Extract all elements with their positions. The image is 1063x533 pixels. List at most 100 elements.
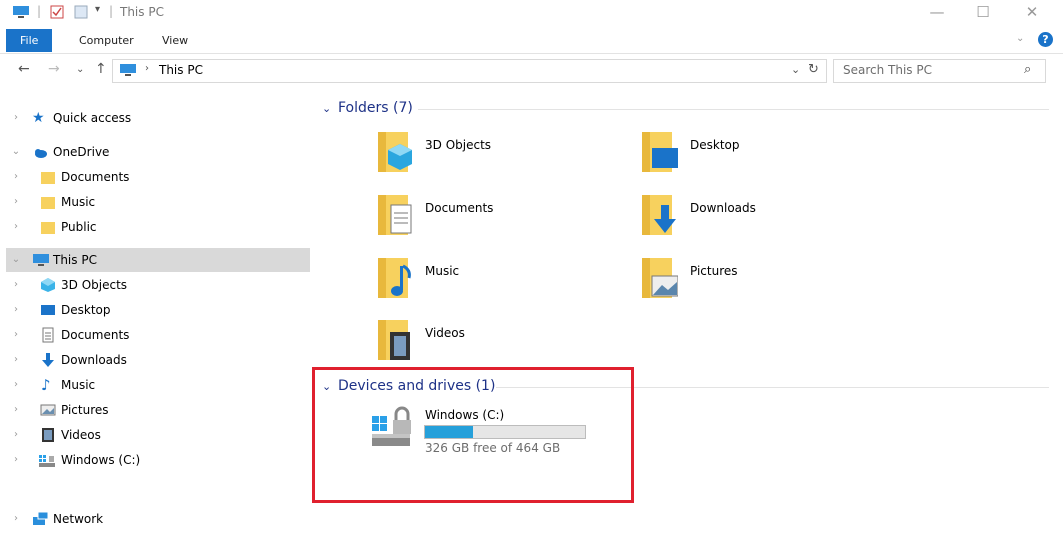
sidebar-item-label: OneDrive xyxy=(53,145,110,159)
documents-folder-icon xyxy=(378,195,412,235)
properties-icon[interactable] xyxy=(50,5,64,19)
help-icon[interactable]: ? xyxy=(1038,32,1053,47)
close-button[interactable]: ✕ xyxy=(1009,0,1055,26)
folder-label: Desktop xyxy=(690,138,740,152)
chevron-right-icon[interactable]: › xyxy=(10,106,22,130)
sidebar-item-label: This PC xyxy=(53,253,97,267)
address-dropdown-icon[interactable]: ⌄ xyxy=(791,63,800,76)
separator: | xyxy=(37,4,42,18)
sidebar-item-network[interactable]: › Network xyxy=(10,507,310,531)
new-folder-icon[interactable] xyxy=(74,5,88,19)
ribbon-tabs: File Computer View ⌄ ? xyxy=(0,29,1063,54)
folder-label: Downloads xyxy=(690,201,756,215)
forward-icon[interactable]: → xyxy=(48,61,60,77)
navigation-bar: ← → ⌄ ↑ › This PC ⌄ ↻ Search This PC ⌕ xyxy=(0,58,1063,84)
chevron-right-icon[interactable]: › xyxy=(10,323,22,347)
address-bar[interactable]: › This PC ⌄ ↻ xyxy=(112,59,827,83)
download-arrow-icon xyxy=(42,353,54,367)
chevron-right-icon[interactable]: › xyxy=(10,448,22,472)
network-icon xyxy=(33,511,49,525)
folder-icon xyxy=(41,222,55,234)
folder-icon xyxy=(41,197,55,209)
recent-locations-icon[interactable]: ⌄ xyxy=(76,64,84,75)
chevron-right-icon[interactable]: › xyxy=(10,190,22,214)
collapse-folders-icon[interactable]: ⌄ xyxy=(322,102,331,115)
sidebar-item-label: 3D Objects xyxy=(61,278,128,292)
breadcrumb-chevron-icon[interactable]: › xyxy=(145,63,149,74)
sidebar-item-this-pc[interactable]: ⌄ This PC xyxy=(6,248,310,272)
sidebar-item-documents[interactable]: › Documents xyxy=(10,323,310,347)
maximize-button[interactable]: ☐ xyxy=(960,0,1006,26)
documents-icon xyxy=(42,327,54,343)
sidebar-item-label: Public xyxy=(61,220,97,234)
music-folder-icon xyxy=(378,258,411,298)
cloud-icon xyxy=(35,149,47,158)
sidebar-item-label: Pictures xyxy=(61,403,109,417)
sidebar-item-label: Desktop xyxy=(61,303,111,317)
this-pc-icon xyxy=(120,64,136,76)
videos-icon xyxy=(42,428,54,442)
pictures-icon xyxy=(40,404,56,416)
chevron-right-icon[interactable]: › xyxy=(10,398,22,422)
music-note-icon: ♪ xyxy=(41,376,51,394)
3d-objects-icon xyxy=(41,278,55,292)
sidebar-item-onedrive[interactable]: ⌄ OneDrive xyxy=(10,140,310,164)
sidebar-item-videos[interactable]: › Videos xyxy=(10,423,310,447)
sidebar-item-pictures[interactable]: › Pictures xyxy=(10,398,310,422)
sidebar-item-label: Quick access xyxy=(53,111,132,125)
this-pc-icon[interactable] xyxy=(12,5,30,19)
star-icon: ★ xyxy=(32,110,45,126)
section-divider xyxy=(418,109,1049,110)
downloads-folder-icon xyxy=(642,195,676,235)
window-title: This PC xyxy=(120,5,164,19)
chevron-right-icon[interactable]: › xyxy=(10,348,22,372)
this-pc-icon xyxy=(33,254,49,266)
sidebar-item-onedrive-music[interactable]: › Music xyxy=(10,190,310,214)
chevron-right-icon[interactable]: › xyxy=(10,165,22,189)
chevron-right-icon[interactable]: › xyxy=(10,507,22,531)
sidebar-item-downloads[interactable]: › Downloads xyxy=(10,348,310,372)
search-placeholder: Search This PC xyxy=(843,63,932,77)
chevron-right-icon[interactable]: › xyxy=(10,373,22,397)
folder-label: Pictures xyxy=(690,264,738,278)
back-icon[interactable]: ← xyxy=(18,61,30,77)
sidebar-item-desktop[interactable]: › Desktop xyxy=(10,298,310,322)
refresh-icon[interactable]: ↻ xyxy=(808,62,819,77)
tab-view[interactable]: View xyxy=(162,29,188,52)
chevron-right-icon[interactable]: › xyxy=(10,215,22,239)
pictures-folder-icon xyxy=(642,258,678,298)
sidebar-item-label: Documents xyxy=(61,328,130,342)
chevron-down-icon[interactable]: ⌄ xyxy=(10,140,22,164)
folder-label: Videos xyxy=(425,326,465,340)
search-icon[interactable]: ⌕ xyxy=(1024,62,1031,77)
sidebar-item-label: Downloads xyxy=(61,353,127,367)
folders-section-header[interactable]: Folders (7) xyxy=(338,100,413,116)
separator: | xyxy=(109,4,114,18)
customize-toolbar-icon[interactable]: ▾ xyxy=(95,4,100,15)
sidebar-item-windows-c[interactable]: › Windows (C:) xyxy=(10,448,310,472)
sidebar-item-music[interactable]: › ♪ Music xyxy=(10,373,310,397)
chevron-down-icon[interactable]: ⌄ xyxy=(10,248,22,272)
title-bar: | ▾ | This PC — ☐ ✕ xyxy=(0,0,1063,26)
expand-ribbon-icon[interactable]: ⌄ xyxy=(1016,33,1024,44)
up-icon[interactable]: ↑ xyxy=(95,61,107,77)
search-box[interactable]: Search This PC ⌕ xyxy=(833,59,1046,83)
sidebar-item-label: Documents xyxy=(61,170,130,184)
desktop-folder-icon xyxy=(642,132,678,172)
chevron-right-icon[interactable]: › xyxy=(10,273,22,297)
sidebar-item-label: Music xyxy=(61,195,96,209)
chevron-right-icon[interactable]: › xyxy=(10,423,22,447)
chevron-right-icon[interactable]: › xyxy=(10,298,22,322)
sidebar-item-onedrive-public[interactable]: › Public xyxy=(10,215,310,239)
drive-icon xyxy=(39,455,55,467)
sidebar-item-onedrive-documents[interactable]: › Documents xyxy=(10,165,310,189)
desktop-icon xyxy=(41,305,55,315)
sidebar-item-label: Videos xyxy=(61,428,101,442)
minimize-button[interactable]: — xyxy=(914,0,960,26)
tab-file[interactable]: File xyxy=(6,29,53,52)
sidebar-item-quick-access[interactable]: › ★ Quick access xyxy=(10,106,310,130)
breadcrumb-this-pc[interactable]: This PC xyxy=(159,63,203,77)
sidebar-item-3d-objects[interactable]: › 3D Objects xyxy=(10,273,310,297)
tab-computer[interactable]: Computer xyxy=(79,29,134,52)
folder-label: Music xyxy=(425,264,460,278)
